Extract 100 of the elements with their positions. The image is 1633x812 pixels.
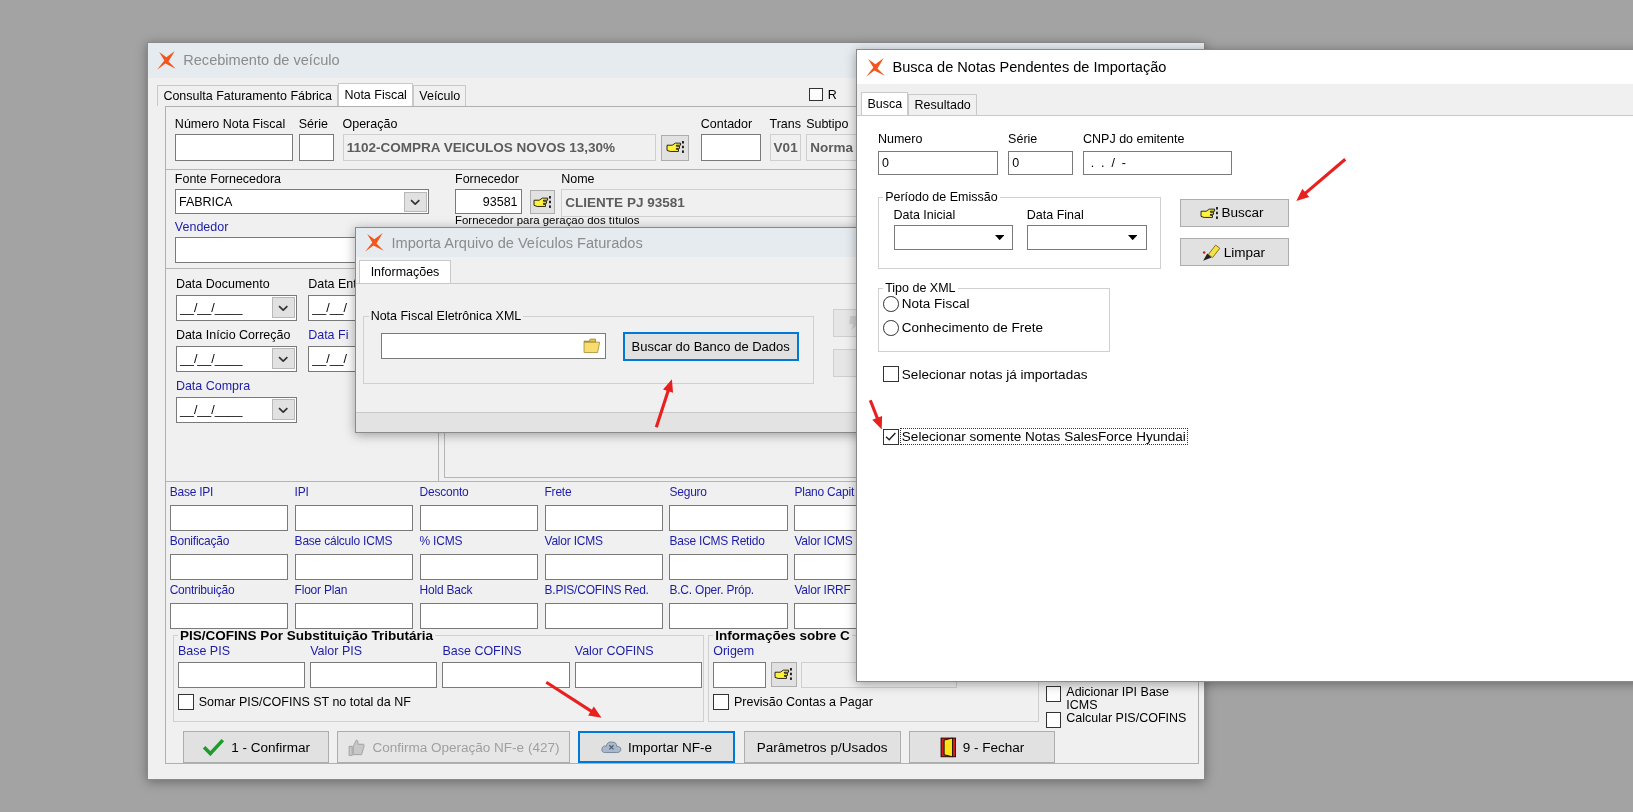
text-field[interactable] [419,553,539,580]
action-button[interactable]: Limpar [1179,238,1290,267]
lookup-button[interactable] [529,189,555,214]
door-icon [939,736,957,758]
field-label: Valor ICMS [794,533,854,551]
action-button[interactable]: 1 - Confirmar [183,731,329,764]
text-field[interactable] [669,553,789,580]
field-label: Base cálculo ICMS [294,533,394,551]
date-picker[interactable] [893,225,1014,251]
text-field[interactable]: 1102-COMPRA VEICULOS NOVOS 13,30% [342,134,656,162]
text-field[interactable] [169,505,289,531]
tab[interactable]: Resultado [908,93,977,115]
text-field[interactable] [174,134,293,162]
action-button[interactable]: Importar NF-e [577,731,736,764]
date-picker[interactable]: __/__/____ [175,345,297,372]
field-label: Subtipo [806,115,850,133]
field-label: Data Documento [175,275,271,293]
lookup-button[interactable] [661,134,690,161]
text-field[interactable] [294,505,414,531]
text-field[interactable] [713,661,767,688]
field-label: Valor ICMS [544,533,604,551]
dropdown[interactable]: FABRICA [174,189,429,215]
text-field[interactable] [574,661,702,688]
checkbox-label: Calcular PIS/COFINS [1065,712,1188,725]
text-field[interactable]: 93581 [455,189,522,215]
text-field[interactable] [419,602,539,629]
field-label: Origem [713,643,756,660]
text-field[interactable] [294,553,414,580]
date-picker[interactable]: __/__/ [308,294,358,321]
field-label: CNPJ do emitente [1083,131,1186,148]
checkbox[interactable] [177,693,194,710]
text-field[interactable]: 0 [877,150,998,175]
text-field[interactable]: . . / - [1083,150,1232,175]
text-field[interactable] [294,602,414,629]
thumbs-up-icon [347,737,367,757]
checkbox[interactable] [1045,686,1062,702]
field-label: B.C. Oper. Próp. [669,582,755,599]
field-label: Seguro [669,484,708,502]
field-label: Valor COFINS [574,642,655,660]
checkbox-label: R [826,87,838,102]
pointing-hand-icon [1199,205,1219,221]
checkbox-label: Selecionar somente Notas SalesForce Hyundai [900,429,1187,445]
action-button[interactable]: 9 - Fechar [909,731,1055,764]
field-label: Data Início Correção [175,326,292,344]
date-picker[interactable]: __/__/____ [175,294,297,321]
text-field[interactable] [169,553,289,580]
action-button[interactable]: Parâmetros p/Usados [743,731,901,764]
text-field[interactable] [669,602,789,629]
lookup-button[interactable] [770,662,797,688]
dropdown-arrow-icon [1127,235,1138,241]
radio-button[interactable] [883,320,899,336]
text-field[interactable] [544,505,664,531]
field-label: Floor Plan [294,582,349,599]
field-label: Base PIS [177,642,231,660]
field-label: Data Compra [175,377,252,395]
checkbox[interactable] [1045,712,1062,728]
date-picker[interactable] [1026,225,1147,251]
checkmark-icon [202,737,225,757]
tab[interactable]: Nota Fiscal [338,83,414,107]
text-field[interactable] [298,134,335,162]
field-note: Fornecedor para geração dos títulos [455,215,640,227]
text-field[interactable] [169,602,289,629]
text-field[interactable] [177,661,305,688]
tab[interactable]: Consulta Faturamento Fábrica [157,85,339,107]
text-field[interactable]: 0 [1008,150,1073,175]
annotation-arrow [654,379,673,428]
field-label: IPI [294,484,310,502]
field-label: Base ICMS Retido [669,533,766,551]
search-database-button[interactable]: Buscar do Banco de Dados [622,331,799,361]
date-picker[interactable]: __/__/____ [175,396,297,423]
text-field[interactable] [669,505,789,531]
text-field[interactable] [419,505,539,531]
field-label: Valor IRRF [794,582,852,599]
file-path-field[interactable] [381,333,606,360]
checkbox[interactable] [713,693,729,710]
folder-icon [583,338,602,354]
tab[interactable]: Veículo [413,85,467,107]
field-label: Fonte Fornecedora [174,170,283,188]
group-title: Período de Emissão [884,190,999,205]
field-label: Nome [561,170,596,188]
text-field[interactable] [544,602,664,629]
date-picker[interactable]: __/__/ [308,345,358,372]
radio-button[interactable] [883,296,899,312]
field-label: Plano Capit [794,484,856,502]
tab[interactable]: Informações [359,260,451,284]
text-field[interactable] [544,553,664,580]
checkbox[interactable] [809,87,823,102]
action-button[interactable]: Buscar [1179,198,1290,227]
checkbox[interactable] [883,428,899,445]
text-field[interactable] [442,661,570,688]
text-field[interactable]: Norma [806,134,859,162]
text-field[interactable] [700,134,762,162]
checkbox-label: Adicionar IPI Base ICMS [1065,686,1171,712]
checkbox[interactable] [883,366,899,383]
field-label: Data Final [1026,206,1085,224]
text-field[interactable]: V01 [769,134,801,162]
field-label: Série [1008,131,1039,148]
tab[interactable]: Busca [861,91,909,115]
window-title: Recebimento de veículo [183,52,340,69]
text-field[interactable] [310,661,438,688]
